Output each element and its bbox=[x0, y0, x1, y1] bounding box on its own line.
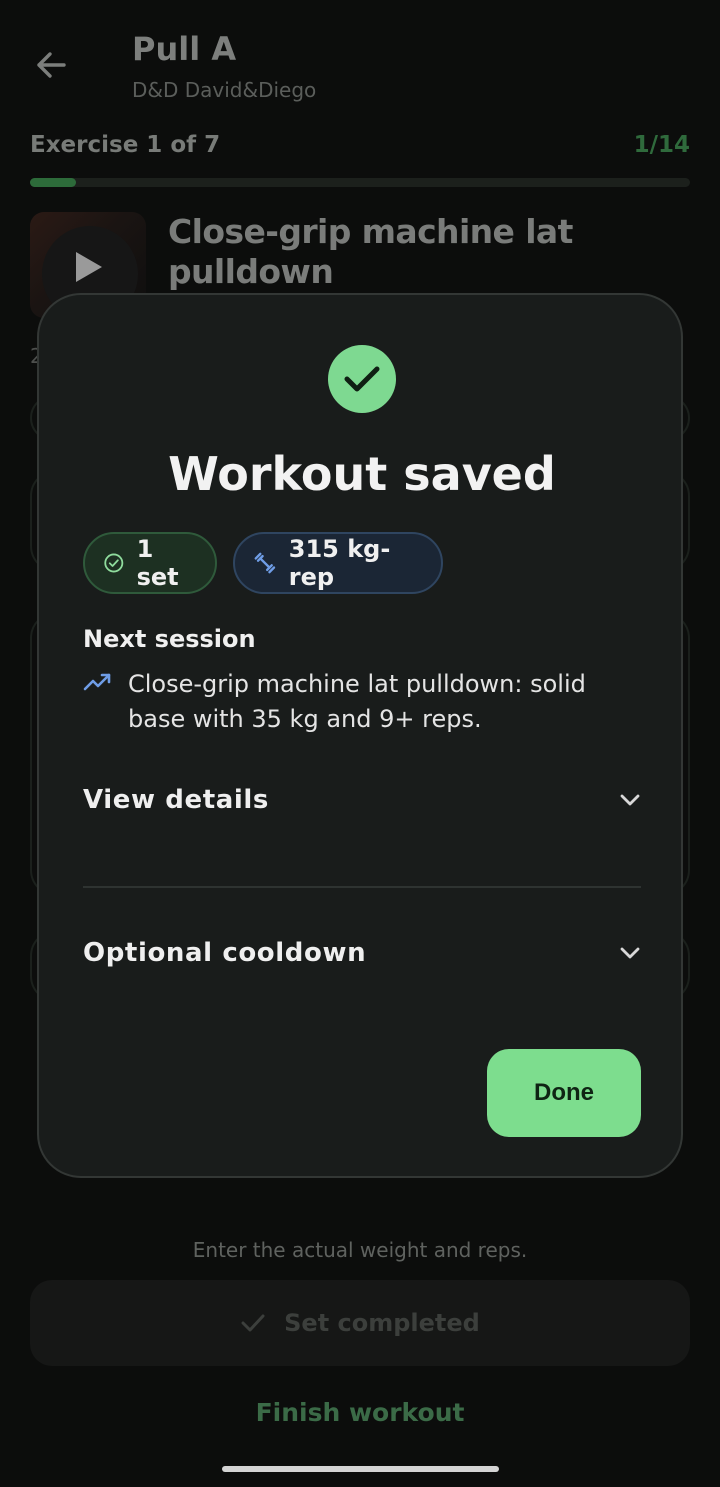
done-button[interactable]: Done bbox=[487, 1049, 641, 1137]
dialog-title: Workout saved bbox=[168, 447, 556, 501]
optional-cooldown-label: Optional cooldown bbox=[83, 938, 367, 968]
optional-cooldown-toggle[interactable]: Optional cooldown bbox=[83, 923, 641, 983]
sets-chip: 1 set bbox=[83, 532, 217, 594]
dumbbell-icon bbox=[254, 552, 276, 574]
next-session-recommendation: Close-grip machine lat pulldown: solid b… bbox=[128, 670, 586, 733]
set-completed-label: Set completed bbox=[284, 1309, 480, 1337]
set-fraction: 1/14 bbox=[633, 132, 690, 158]
view-details-toggle[interactable]: View details bbox=[83, 770, 641, 830]
next-session-heading: Next session bbox=[83, 625, 256, 653]
success-check-icon bbox=[328, 345, 396, 413]
sets-chip-label: 1 set bbox=[136, 535, 179, 591]
view-details-label: View details bbox=[83, 785, 270, 815]
workout-title: Pull A bbox=[132, 30, 237, 68]
chevron-down-icon bbox=[620, 947, 640, 959]
divider bbox=[83, 886, 641, 888]
volume-chip-label: 315 kg-rep bbox=[288, 535, 391, 591]
chevron-down-icon bbox=[620, 794, 640, 806]
workout-subtitle: D&D David&Diego bbox=[132, 78, 317, 102]
workout-progress-bar bbox=[30, 178, 690, 187]
exercise-counter: Exercise 1 of 7 bbox=[30, 132, 221, 158]
check-icon bbox=[241, 1314, 265, 1332]
input-hint: Enter the actual weight and reps. bbox=[192, 1238, 528, 1262]
progress-fill bbox=[30, 178, 77, 187]
play-icon bbox=[76, 252, 102, 282]
check-circle-icon bbox=[104, 553, 124, 573]
exercise-name: Close-grip machine lat pulldown bbox=[168, 212, 573, 291]
set-completed-button[interactable]: Set completed bbox=[30, 1280, 690, 1366]
home-indicator[interactable] bbox=[222, 1466, 499, 1472]
workout-saved-dialog: Workout saved 1 set 315 kg-rep Next sess… bbox=[37, 293, 683, 1178]
finish-workout-button[interactable]: Finish workout bbox=[0, 1398, 720, 1427]
back-arrow-icon[interactable] bbox=[34, 48, 68, 82]
volume-chip: 315 kg-rep bbox=[233, 532, 443, 594]
trending-up-icon bbox=[83, 673, 111, 691]
